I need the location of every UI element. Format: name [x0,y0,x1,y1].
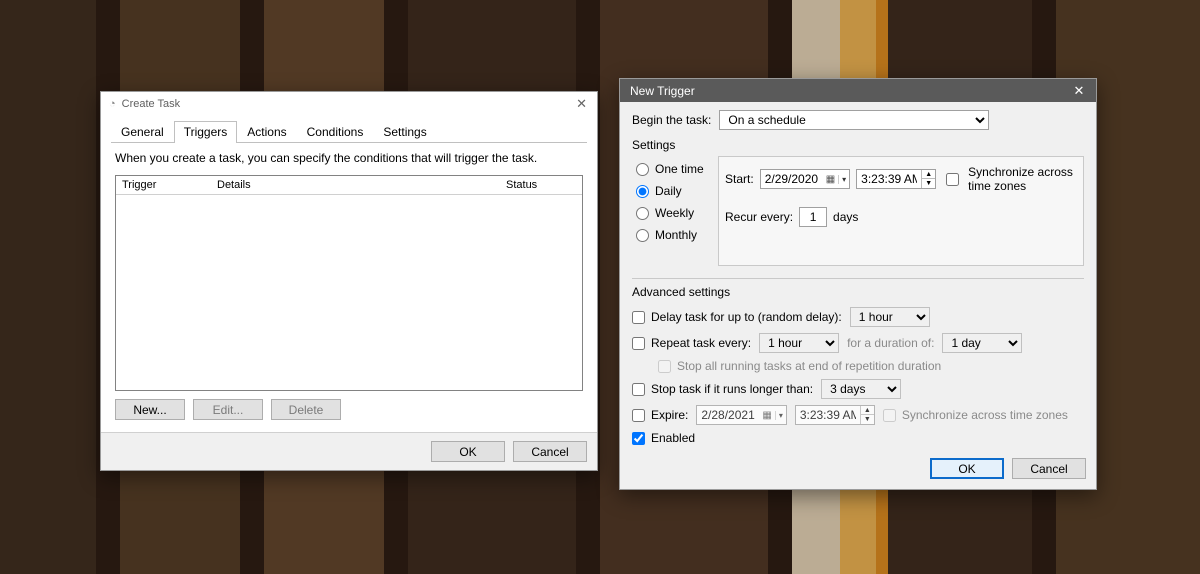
triggers-info: When you create a task, you can specify … [101,143,597,175]
stop-if-checkbox[interactable]: Stop task if it runs longer than: [632,382,813,396]
expire-time-picker[interactable]: ▲▼ [795,405,875,425]
delete-button[interactable]: Delete [271,399,341,420]
task-icon: ◔ [109,98,116,110]
col-trigger[interactable]: Trigger [122,179,217,191]
col-details[interactable]: Details [217,179,506,191]
cancel-button[interactable]: Cancel [1012,458,1086,479]
chevron-down-icon[interactable]: ▾ [775,411,786,420]
calendar-icon[interactable]: ▦ [823,174,838,185]
new-button[interactable]: New... [115,399,185,420]
advanced-settings-label: Advanced settings [632,278,1084,299]
ok-button[interactable]: OK [431,441,505,462]
tab-triggers[interactable]: Triggers [174,121,238,143]
delay-checkbox[interactable]: Delay task for up to (random delay): [632,310,842,324]
edit-button[interactable]: Edit... [193,399,263,420]
triggers-list-header: Trigger Details Status [116,176,582,195]
create-task-titlebar[interactable]: ◔ Create Task ✕ [101,92,597,116]
col-status[interactable]: Status [506,179,576,191]
repeat-checkbox[interactable]: Repeat task every: [632,336,751,350]
triggers-list[interactable]: Trigger Details Status [115,175,583,391]
recur-label: Recur every: [725,210,793,224]
sync-tz-checkbox[interactable]: Synchronize across time zones [942,165,1077,193]
settings-group-label: Settings [632,138,1084,152]
repeat-duration-label: for a duration of: [847,336,934,350]
stop-all-checkbox: Stop all running tasks at end of repetit… [658,359,941,373]
time-spinner[interactable]: ▲▼ [860,406,874,424]
begin-task-select[interactable]: On a schedule [719,110,989,130]
stop-if-select[interactable]: 3 days [821,379,901,399]
calendar-icon[interactable]: ▦ [759,410,774,421]
expire-time-input[interactable] [796,406,860,424]
start-date-picker[interactable]: ▦ ▾ [760,169,850,189]
expire-date-picker[interactable]: ▦ ▾ [696,405,786,425]
close-icon[interactable]: ✕ [572,96,591,112]
schedule-radios: One time Daily Weekly Monthly [632,156,718,266]
tab-general[interactable]: General [111,121,174,143]
begin-task-label: Begin the task: [632,113,711,127]
radio-monthly[interactable]: Monthly [636,228,714,242]
create-task-window: ◔ Create Task ✕ General Triggers Actions… [100,91,598,471]
close-icon[interactable]: ✕ [1062,83,1096,99]
repeat-duration-select[interactable]: 1 day [942,333,1022,353]
start-label: Start: [725,172,754,186]
create-task-footer: OK Cancel [101,432,597,470]
tab-actions[interactable]: Actions [237,121,296,143]
create-task-title: Create Task [122,98,181,110]
new-trigger-title: New Trigger [630,84,695,98]
radio-weekly[interactable]: Weekly [636,206,714,220]
chevron-down-icon[interactable]: ▾ [838,175,849,184]
radio-daily[interactable]: Daily [636,184,714,198]
start-time-input[interactable] [857,170,921,188]
tabstrip: General Triggers Actions Conditions Sett… [111,120,587,143]
radio-one-time[interactable]: One time [636,162,714,176]
ok-button[interactable]: OK [930,458,1004,479]
new-trigger-titlebar[interactable]: New Trigger ✕ [620,79,1096,102]
expire-sync-checkbox: Synchronize across time zones [883,408,1068,422]
enabled-checkbox[interactable]: Enabled [632,431,695,445]
expire-date-input[interactable] [697,406,759,424]
delay-select[interactable]: 1 hour [850,307,930,327]
cancel-button[interactable]: Cancel [513,441,587,462]
new-trigger-window: New Trigger ✕ Begin the task: On a sched… [619,78,1097,490]
tab-settings[interactable]: Settings [373,121,436,143]
tab-conditions[interactable]: Conditions [297,121,374,143]
recur-unit: days [833,210,858,224]
start-date-input[interactable] [761,170,823,188]
new-trigger-footer: OK Cancel [620,450,1096,489]
recur-input[interactable] [799,207,827,227]
expire-checkbox[interactable]: Expire: [632,408,688,422]
repeat-select[interactable]: 1 hour [759,333,839,353]
time-spinner[interactable]: ▲▼ [921,170,935,188]
start-time-picker[interactable]: ▲▼ [856,169,936,189]
